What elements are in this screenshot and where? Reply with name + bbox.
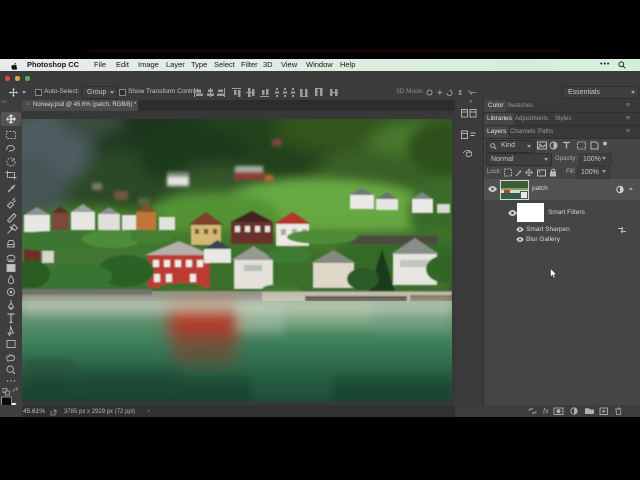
svg-text:fx: fx [543, 409, 549, 416]
